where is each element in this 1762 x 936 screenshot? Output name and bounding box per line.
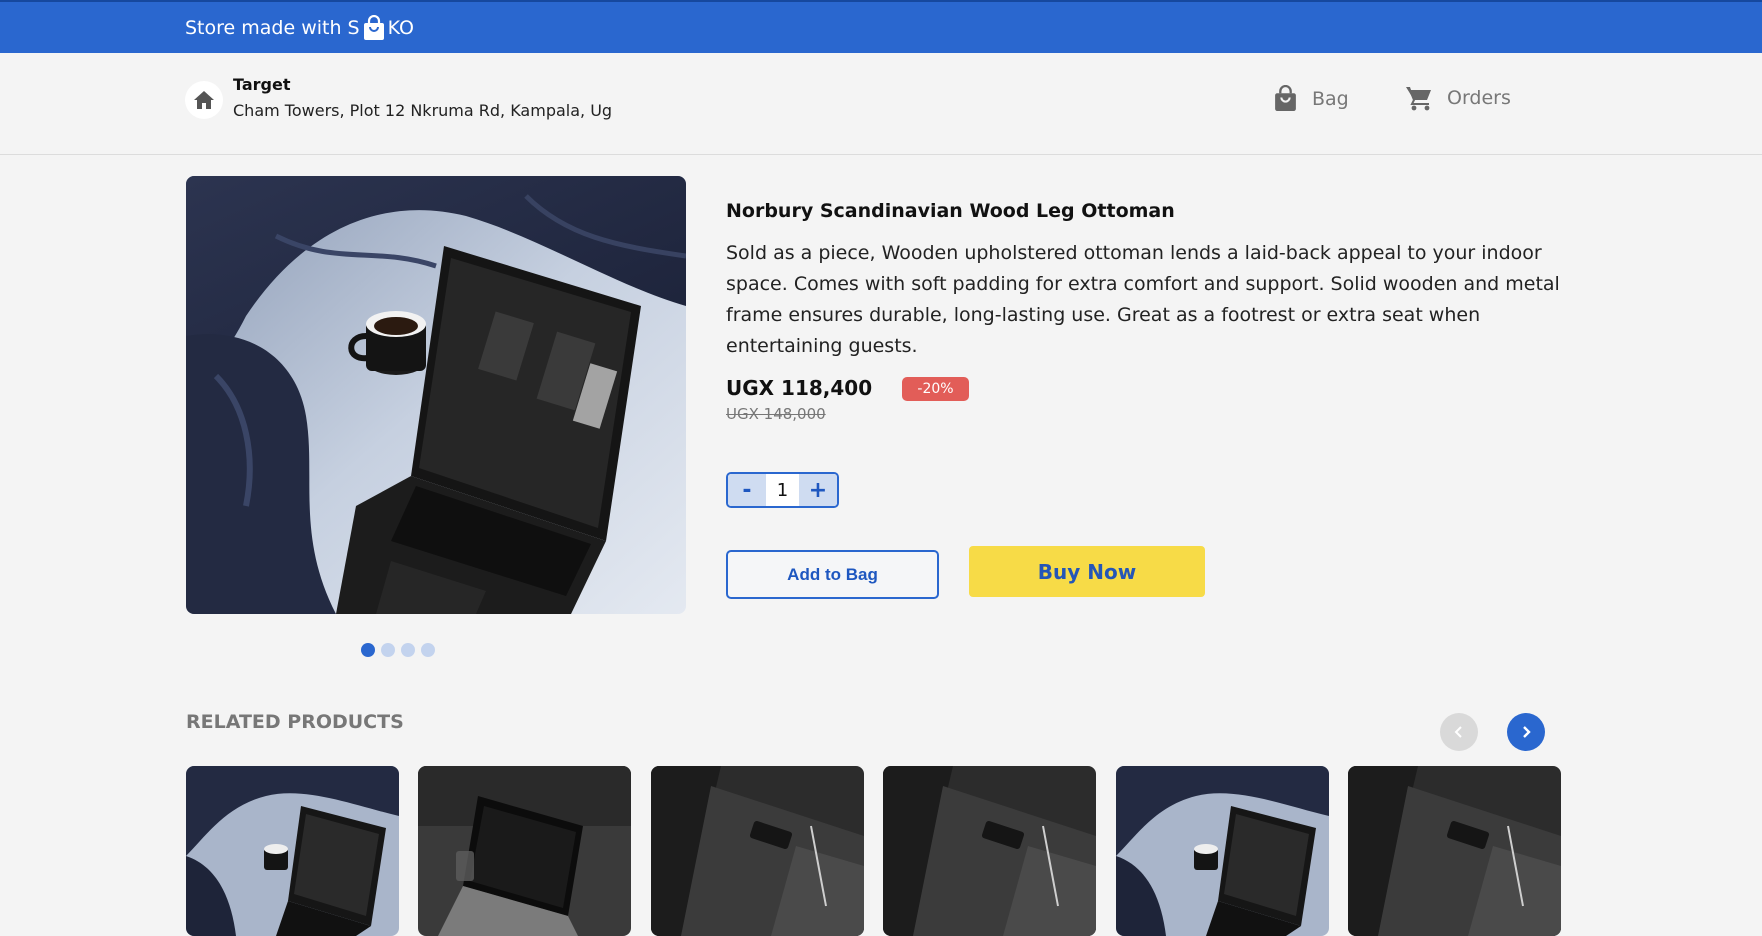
product-description: Sold as a piece, Wooden upholstered otto… [726,242,1560,357]
decrement-button[interactable]: - [728,474,766,506]
store-name: Target [233,75,291,94]
carousel-dot[interactable] [361,643,375,657]
related-product-card[interactable] [186,766,399,936]
carousel-dot[interactable] [421,643,435,657]
cart-icon [1406,87,1431,111]
related-product-card[interactable] [1348,766,1561,936]
related-next-button[interactable] [1507,713,1545,751]
product-old-price: UGX 148,000 [726,405,826,423]
platform-banner: Store made with S KO [0,0,1762,53]
home-button[interactable] [185,81,223,119]
product-image[interactable] [186,176,686,614]
nav-bag[interactable]: Bag [1273,85,1349,112]
related-product-card[interactable] [651,766,864,936]
store-address: Cham Towers, Plot 12 Nkruma Rd, Kampala,… [233,101,613,120]
product-title: Norbury Scandinavian Wood Leg Ottoman [726,200,1175,222]
nav-bag-label: Bag [1312,87,1349,110]
home-icon [194,91,214,109]
product-price: UGX 118,400 [726,376,873,400]
related-products-heading: RELATED PRODUCTS [186,711,404,733]
related-product-card[interactable] [1116,766,1329,936]
bag-icon [1275,85,1296,111]
related-prev-button[interactable] [1440,713,1478,751]
chevron-right-icon [1523,726,1531,738]
increment-button[interactable]: + [799,474,837,506]
discount-badge: -20% [902,377,969,401]
carousel-dot[interactable] [381,643,395,657]
nav-orders-label: Orders [1447,87,1511,109]
chevron-left-icon [1454,726,1462,738]
banner-suffix: KO [387,16,414,39]
store-header: Target Cham Towers, Plot 12 Nkruma Rd, K… [0,53,1762,155]
image-carousel-dots [361,643,435,657]
related-product-card[interactable] [883,766,1096,936]
buy-now-button[interactable]: Buy Now [969,546,1205,597]
shopping-bag-logo-icon [362,14,386,41]
add-to-bag-button[interactable]: Add to Bag [726,550,939,599]
carousel-dot[interactable] [401,643,415,657]
banner-prefix: Store made with S [185,16,360,39]
related-product-card[interactable] [418,766,631,936]
quantity-stepper: - 1 + [726,472,839,508]
quantity-value[interactable]: 1 [766,474,799,506]
nav-orders[interactable]: Orders [1405,85,1511,111]
